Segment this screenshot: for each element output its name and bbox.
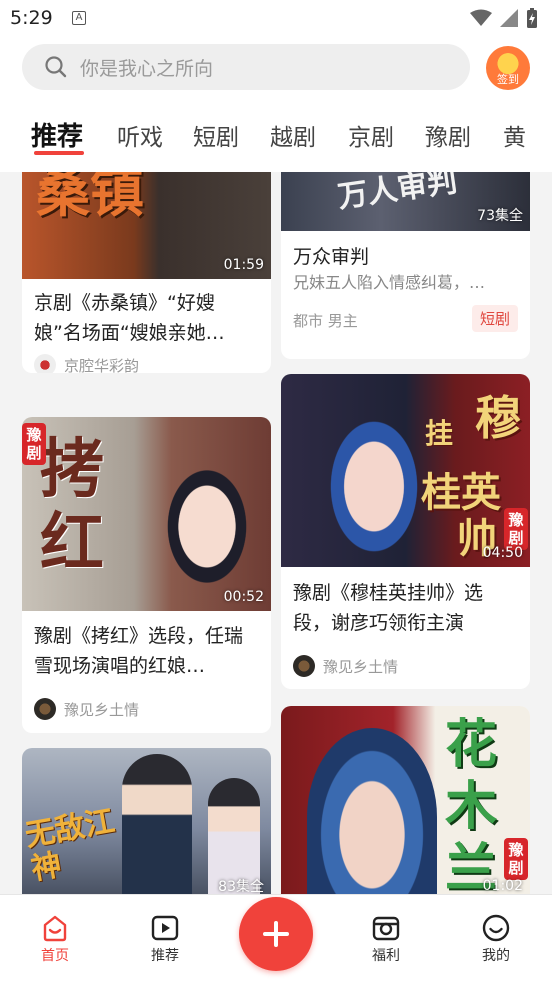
nav-label: 福利 <box>372 948 400 964</box>
smile-icon <box>482 914 510 942</box>
video-card[interactable]: 拷红 豫剧 00:52 豫剧《拷红》选段，任瑞雪现场演唱的红娘… 豫见乡土情 <box>22 417 271 733</box>
video-thumbnail: 桑镇 01:59 <box>22 172 271 279</box>
video-thumbnail: 穆 挂 桂英 帅 豫剧 04:50 <box>281 374 530 567</box>
battery-icon <box>527 8 537 28</box>
nav-welfare[interactable]: 福利 <box>356 913 416 965</box>
video-thumbnail: 拷红 豫剧 00:52 <box>22 417 271 611</box>
episode-count: 73集全 <box>477 208 523 224</box>
actor-figure <box>122 754 192 894</box>
tab-recommend[interactable]: 推荐 <box>31 116 83 153</box>
category-tabs: 推荐 听戏 短剧 越剧 京剧 豫剧 黄 <box>0 100 552 172</box>
performer-face <box>157 455 257 585</box>
video-duration: 04:50 <box>482 545 523 561</box>
bottom-nav: 首页 推荐 福利 我的 <box>0 894 552 981</box>
author: 京腔华彩韵 <box>34 354 139 373</box>
video-duration: 01:02 <box>482 878 523 894</box>
video-feed: 桑镇 01:59 京剧《赤桑镇》“好嫂娘”名场面“嫂娘亲她… 京腔华彩韵 万人审… <box>0 172 552 894</box>
author-name: 京腔华彩韵 <box>64 356 140 374</box>
short-drama-badge: 短剧 <box>471 305 518 332</box>
thumbnail-title-art: 无敌江神 <box>22 803 118 888</box>
signin-label: 签到 <box>497 73 519 86</box>
tab-peking-opera[interactable]: 京剧 <box>348 118 394 152</box>
tab-huang-opera[interactable]: 黄 <box>503 118 526 152</box>
thumbnail-title-art: 穆 <box>475 391 521 445</box>
status-time: 5:29 <box>10 7 53 29</box>
signin-button[interactable]: 签到 <box>486 46 530 90</box>
nav-label: 推荐 <box>151 948 179 964</box>
opera-tag: 豫剧 <box>22 423 46 465</box>
opera-tag: 豫剧 <box>504 508 528 550</box>
video-description: 兄妹五人陷入情感纠葛，… <box>293 273 486 292</box>
play-icon <box>151 915 179 941</box>
video-duration: 00:52 <box>223 589 264 605</box>
avatar <box>34 698 56 720</box>
opera-tag: 豫剧 <box>504 838 528 880</box>
performer-face <box>307 728 437 894</box>
episode-count: 83集全 <box>218 879 264 894</box>
tab-listen-opera[interactable]: 听戏 <box>117 118 163 152</box>
thumbnail-title-art: 拷红 <box>40 432 104 581</box>
author-name: 豫见乡土情 <box>323 657 399 676</box>
search-row: 你是我心之所向 签到 <box>0 38 552 100</box>
tab-short-drama[interactable]: 短剧 <box>193 118 239 152</box>
video-title: 万众审判 <box>293 246 370 268</box>
video-thumbnail: 万人审判 73集全 <box>281 172 530 231</box>
author: 豫见乡土情 <box>293 655 398 677</box>
author: 豫见乡土情 <box>34 698 139 720</box>
video-title: 豫剧《穆桂英挂帅》选段，谢彦巧领衔主演 <box>293 582 484 634</box>
tab-yue-opera[interactable]: 越剧 <box>270 118 316 152</box>
author-name: 豫见乡土情 <box>64 700 140 719</box>
avatar <box>293 655 315 677</box>
genre-tags: 都市 男主 <box>293 312 358 330</box>
nav-profile[interactable]: 我的 <box>466 913 526 965</box>
signal-icon <box>500 9 518 27</box>
nav-label: 首页 <box>41 948 69 964</box>
thumbnail-title-art: 挂 <box>425 417 454 450</box>
video-card[interactable]: 万人审判 73集全 万众审判 兄妹五人陷入情感纠葛，… 都市 男主 短剧 <box>281 172 530 359</box>
video-card[interactable]: 花木兰 豫剧 01:02 <box>281 706 530 894</box>
tab-yu-opera[interactable]: 豫剧 <box>425 118 471 152</box>
search-icon <box>45 56 67 78</box>
gift-icon <box>372 916 400 941</box>
video-thumbnail: 花木兰 豫剧 01:02 <box>281 706 530 894</box>
search-input[interactable]: 你是我心之所向 <box>22 44 470 90</box>
search-placeholder: 你是我心之所向 <box>80 57 214 80</box>
create-button[interactable] <box>239 897 313 971</box>
nav-recommend[interactable]: 推荐 <box>135 913 195 965</box>
a-icon: A <box>72 11 86 25</box>
performer-face <box>319 404 429 554</box>
video-duration: 01:59 <box>223 257 264 273</box>
video-title: 京剧《赤桑镇》“好嫂娘”名场面“嫂娘亲她… <box>34 292 225 344</box>
video-card[interactable]: 桑镇 01:59 京剧《赤桑镇》“好嫂娘”名场面“嫂娘亲她… 京腔华彩韵 <box>22 172 271 373</box>
video-thumbnail: 无敌江神 83集全 <box>22 748 271 894</box>
nav-home[interactable]: 首页 <box>25 913 85 965</box>
home-icon <box>43 915 67 942</box>
video-card[interactable]: 无敌江神 83集全 <box>22 748 271 894</box>
avatar <box>34 354 56 373</box>
video-title: 豫剧《拷红》选段，任瑞雪现场演唱的红娘… <box>34 625 244 677</box>
thumbnail-title-art: 桑镇 <box>36 172 144 224</box>
wifi-icon <box>470 9 492 26</box>
video-card[interactable]: 穆 挂 桂英 帅 豫剧 04:50 豫剧《穆桂英挂帅》选段，谢彦巧领衔主演 豫见… <box>281 374 530 689</box>
active-tab-indicator <box>34 151 84 155</box>
thumbnail-title-art: 万人审判 <box>335 172 460 216</box>
status-bar: 5:29 A <box>0 0 552 38</box>
nav-label: 我的 <box>482 948 510 964</box>
